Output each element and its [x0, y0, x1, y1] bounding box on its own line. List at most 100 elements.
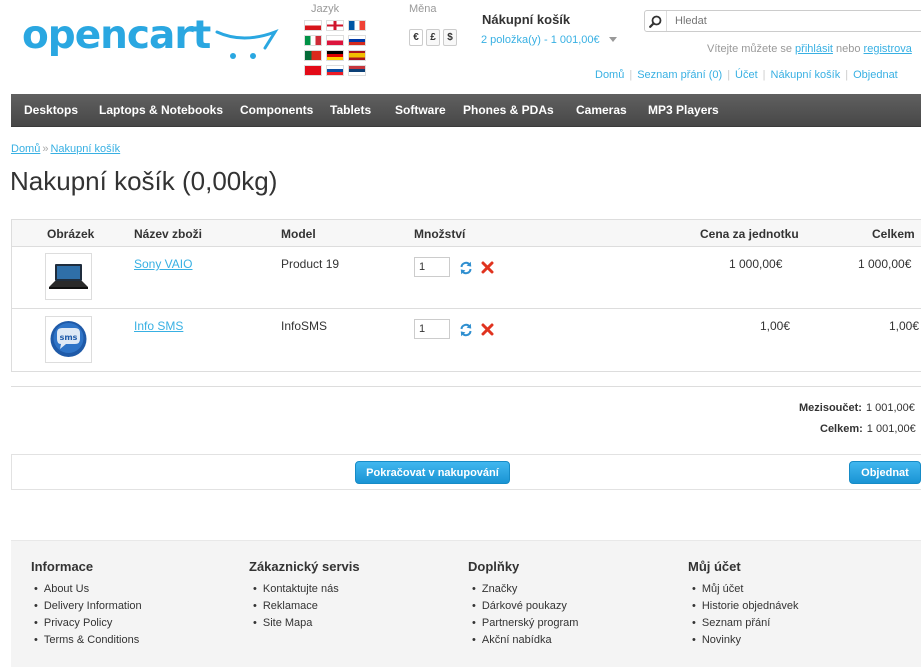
footer-link[interactable]: Privacy Policy [34, 615, 142, 632]
total-row: Celkem: 1 001,00€ [820, 423, 916, 435]
refresh-icon[interactable] [459, 323, 473, 337]
link-checkout[interactable]: Objednat [853, 69, 898, 81]
product-model: Product 19 [281, 257, 340, 271]
flag-tr-icon[interactable] [304, 65, 322, 76]
menu-item-cameras[interactable]: Cameras [576, 103, 627, 117]
total-value: 1 001,00€ [866, 423, 916, 435]
flag-fr-icon[interactable] [348, 20, 366, 31]
currency-gbp-button[interactable]: £ [426, 29, 440, 46]
product-model: InfoSMS [281, 319, 328, 333]
column-header-model: Model [281, 227, 316, 241]
footer-link[interactable]: Můj účet [692, 581, 798, 598]
header-cart-summary[interactable]: 2 položka(y) - 1 001,00€ [481, 34, 600, 46]
footer-link[interactable]: Akční nabídka [472, 632, 578, 649]
refresh-icon[interactable] [459, 261, 473, 275]
subtotal-value: 1 001,00€ [865, 402, 915, 414]
checkout-button[interactable]: Objednat [849, 461, 921, 484]
page-title: Nakupní košík (0,00kg) [10, 166, 278, 196]
footer-link[interactable]: Delivery Information [34, 598, 142, 615]
cart-dropdown-chevron-icon[interactable] [609, 37, 617, 42]
footer-link[interactable]: Seznam přání [692, 615, 798, 632]
currency-usd-button[interactable]: $ [443, 29, 457, 46]
footer-link[interactable]: About Us [34, 581, 142, 598]
currency-label: Měna [409, 3, 437, 15]
breadcrumb-cart[interactable]: Nakupní košík [50, 143, 120, 155]
search-icon [649, 15, 662, 28]
continue-shopping-button[interactable]: Pokračovat v nakupování [355, 461, 510, 484]
footer-link[interactable]: Kontaktujte nás [253, 581, 339, 598]
footer-column-customer-service: Kontaktujte nás Reklamace Site Mapa [253, 581, 339, 632]
footer-link[interactable]: Historie objednávek [692, 598, 799, 615]
footer-link[interactable]: Dárkové poukazy [472, 598, 578, 615]
quantity-input[interactable] [414, 257, 450, 277]
line-total: 1 000,00€ [858, 257, 912, 271]
sms-image-text: sms [60, 333, 78, 342]
row-divider [12, 308, 921, 309]
welcome-mid: nebo [832, 43, 864, 55]
footer-link[interactable]: Reklamace [253, 598, 339, 615]
unit-price: 1,00€ [760, 319, 791, 333]
footer-column-my-account: Můj účet Historie objednávek Seznam přán… [692, 581, 799, 649]
flag-es-icon[interactable] [348, 50, 366, 61]
login-link[interactable]: přihlásit [795, 43, 833, 55]
column-header-unit-price: Cena za jednotku [700, 227, 799, 241]
flag-sk-icon[interactable] [326, 65, 344, 76]
product-image-sms[interactable]: sms [45, 316, 92, 363]
footer-link[interactable]: Partnerský program [472, 615, 579, 632]
remove-icon[interactable] [481, 261, 494, 274]
flag-pl-icon[interactable] [326, 35, 344, 46]
flag-pt-icon[interactable] [304, 50, 322, 61]
menu-item-desktops[interactable]: Desktops [24, 103, 78, 117]
opencart-logo[interactable]: opencart [22, 14, 211, 58]
link-cart[interactable]: Nákupní košík [771, 69, 841, 81]
menu-item-tablets[interactable]: Tablets [330, 103, 371, 117]
breadcrumb-home[interactable]: Domů [11, 143, 40, 155]
column-header-total: Celkem [872, 227, 915, 241]
remove-icon[interactable] [481, 323, 494, 336]
product-image-laptop[interactable] [45, 253, 92, 300]
laptop-image-icon [49, 264, 88, 289]
flag-it-icon[interactable] [304, 35, 322, 46]
flag-rs-icon[interactable] [348, 65, 366, 76]
link-wishlist[interactable]: Seznam přání (0) [637, 69, 722, 81]
logo-cart-icon [215, 29, 279, 59]
column-header-name: Název zboži [134, 227, 203, 241]
register-link[interactable]: registrova [864, 43, 912, 55]
footer-link[interactable]: Terms & Conditions [34, 632, 142, 649]
menu-item-components[interactable]: Components [240, 103, 313, 117]
footer-title-my-account: Můj účet [688, 559, 741, 574]
footer-link[interactable]: Značky [472, 581, 578, 598]
link-home[interactable]: Domů [595, 69, 624, 81]
subtotal-label: Mezisoučet: [799, 402, 862, 414]
currency-eur-button[interactable]: € [409, 29, 423, 46]
flag-de-icon[interactable] [326, 50, 344, 61]
menu-item-phones[interactable]: Phones & PDAs [463, 103, 554, 117]
footer-column-information: About Us Delivery Information Privacy Po… [34, 581, 142, 649]
total-label: Celkem: [820, 423, 863, 435]
menu-item-software[interactable]: Software [395, 103, 446, 117]
header-cart-title: Nákupní košík [482, 12, 571, 27]
flag-cz-icon[interactable] [304, 20, 322, 31]
menu-item-laptops[interactable]: Laptops & Notebooks [99, 103, 223, 117]
currency-switcher: € £ $ [409, 29, 457, 46]
product-name-link[interactable]: Sony VAIO [134, 257, 192, 271]
breadcrumb: Domů» Nakupní košík [11, 143, 120, 155]
link-account[interactable]: Účet [735, 69, 758, 81]
flag-gb-icon[interactable] [326, 20, 344, 31]
footer-link[interactable]: Site Mapa [253, 615, 339, 632]
quantity-input[interactable] [414, 319, 450, 339]
divider [11, 386, 921, 387]
product-name-link[interactable]: Info SMS [134, 319, 183, 333]
subtotal-row: Mezisoučet: 1 001,00€ [799, 402, 915, 414]
breadcrumb-separator: » [42, 143, 49, 155]
footer-link[interactable]: Novinky [692, 632, 798, 649]
search-button[interactable] [645, 11, 667, 31]
header-links: Domů | Seznam přání (0) | Účet | Nákupní košík… [595, 69, 898, 81]
unit-price: 1 000,00€ [729, 257, 783, 271]
column-header-quantity: Množství [414, 227, 466, 241]
flag-ru-icon[interactable] [348, 35, 366, 46]
footer-title-extras: Doplňky [468, 559, 520, 574]
sms-bubble-image-icon: sms [50, 321, 87, 357]
menu-item-mp3[interactable]: MP3 Players [648, 103, 719, 117]
search-input[interactable] [675, 13, 915, 29]
